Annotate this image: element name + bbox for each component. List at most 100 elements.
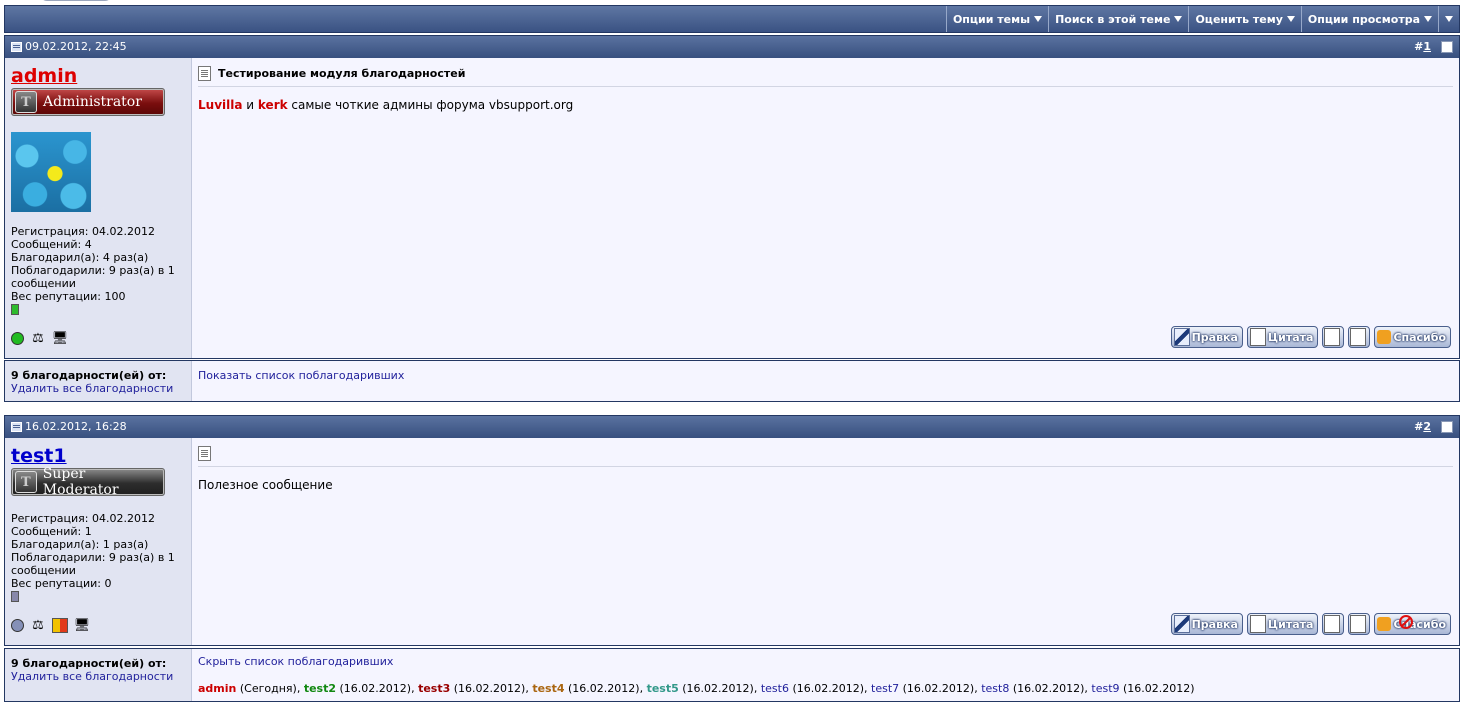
post-number[interactable]: #2 (1414, 420, 1431, 433)
menu-display-options[interactable]: Опции просмотра (1300, 6, 1438, 32)
thanks-block: 9 благодарности(ей) от: Удалить все благ… (4, 648, 1460, 702)
thanker-link-admin[interactable]: admin (198, 682, 236, 695)
thanker-date: (Сегодня), (236, 682, 304, 695)
edit-icon (1173, 615, 1190, 633)
dropdown-arrow-icon (1424, 16, 1432, 22)
menu-rate-thread[interactable]: Оценить тему (1188, 6, 1300, 32)
menu-label: Поиск в этой теме (1055, 12, 1171, 26)
menu-label: Оценить тему (1195, 12, 1283, 26)
hide-thankers-link[interactable]: Скрыть список поблагодаривших (198, 655, 393, 668)
thanker-link-test5[interactable]: test5 (647, 682, 679, 695)
offline-status-icon (11, 618, 24, 632)
thanks-button[interactable]: Спасибо (1374, 613, 1451, 635)
post-select-checkbox[interactable] (1441, 421, 1453, 433)
username-link[interactable]: admin (11, 65, 77, 87)
quote-button[interactable]: Цитата (1246, 326, 1319, 348)
ip-computer-icon[interactable]: 🖥 (52, 330, 69, 346)
thankers-list: admin (Сегодня), test2 (16.02.2012), tes… (198, 682, 1195, 695)
thanker-date: (16.02.2012) (1119, 682, 1195, 695)
post-title-text: Тестирование модуля благодарностей (218, 67, 466, 80)
show-thankers-link[interactable]: Показать список поблагодаривших (198, 369, 404, 382)
thanker-link-test6[interactable]: test6 (761, 682, 789, 695)
post-content: Тестирование модуля благодарностей Luvil… (192, 58, 1459, 358)
multiquote-icon (1324, 328, 1341, 346)
rank-emblem-icon: T (15, 471, 37, 493)
thanker-date: (16.02.2012), (450, 682, 533, 695)
quote-icon (1249, 615, 1266, 633)
thanker-link-test7[interactable]: test7 (871, 682, 899, 695)
dropdown-arrow-icon (1174, 16, 1183, 22)
quote-icon (1249, 328, 1266, 346)
stat-messages: Сообщений: 4 (11, 238, 92, 251)
thanker-link-test4[interactable]: test4 (532, 682, 564, 695)
thread-toolbar: Опции темы Поиск в этой теме Оценить тем… (4, 5, 1460, 33)
quick-reply-icon (1350, 615, 1367, 633)
post-number[interactable]: #1 (1414, 40, 1431, 53)
edit-label: Правка (1191, 330, 1238, 344)
avatar[interactable] (11, 132, 91, 212)
remove-all-thanks-link[interactable]: Удалить все благодарности (11, 670, 173, 683)
multiquote-button[interactable] (1322, 326, 1345, 348)
stat-thanked: Благодарил(а): 1 раз(а) (11, 538, 149, 551)
reputation-scales-icon[interactable]: ⚖ (30, 617, 46, 633)
dropdown-arrow-icon (1034, 16, 1043, 22)
post-message: Luvilla и kerk самые чоткие админы форум… (198, 98, 573, 112)
post-icon (11, 41, 22, 52)
menu-more[interactable] (1438, 6, 1459, 32)
menu-thread-options[interactable]: Опции темы (945, 6, 1048, 32)
menu-search-thread[interactable]: Поиск в этой теме (1048, 6, 1188, 32)
edit-icon (1173, 328, 1190, 346)
multiquote-button[interactable] (1322, 613, 1345, 635)
thanker-link-test9[interactable]: test9 (1091, 682, 1119, 695)
post-date: 09.02.2012, 22:45 (25, 40, 127, 53)
thanks-button[interactable]: Спасибо (1374, 326, 1451, 348)
post: 16.02.2012, 16:28 #2 test1 T Super Modera… (4, 415, 1460, 646)
user-info-panel: admin T Administrator Регистрация: 04.02.… (5, 58, 192, 358)
quick-reply-button[interactable] (1348, 613, 1371, 635)
mention-kerk[interactable]: kerk (258, 98, 288, 112)
menu-label: Опции просмотра (1307, 12, 1420, 26)
thanker-link-test3[interactable]: test3 (418, 682, 450, 695)
quick-reply-button[interactable] (1348, 326, 1371, 348)
post-date: 16.02.2012, 16:28 (25, 420, 127, 433)
post-icon (11, 421, 22, 432)
stat-registration: Регистрация: 04.02.2012 (11, 225, 155, 238)
thanker-link-test8[interactable]: test8 (981, 682, 1009, 695)
post-header: 16.02.2012, 16:28 #2 (5, 416, 1459, 438)
username-link[interactable]: test1 (11, 445, 67, 467)
online-status-icon (11, 331, 24, 345)
ip-computer-icon[interactable]: 🖥 (74, 617, 91, 633)
rank-label: Administrator (43, 94, 142, 110)
thanker-date: (16.02.2012), (564, 682, 647, 695)
user-icons: ⚖ 🖥 (11, 330, 68, 346)
post-select-checkbox[interactable] (1441, 41, 1453, 53)
mention-luvilla[interactable]: Luvilla (198, 98, 242, 112)
post-buttons: Правка Цитата Спасибо (1170, 613, 1451, 635)
edit-button[interactable]: Правка (1170, 326, 1243, 348)
stat-was-thanked: Поблагодарили: 9 раз(а) в 1 сообщении (11, 264, 175, 290)
post-number-link[interactable]: 1 (1423, 40, 1431, 53)
stat-reputation: Вес репутации: 0 (11, 577, 112, 590)
stat-registration: Регистрация: 04.02.2012 (11, 512, 155, 525)
post-buttons: Правка Цитата Спасибо (1170, 326, 1451, 348)
post-number-prefix: # (1414, 420, 1424, 433)
report-card-icon[interactable] (52, 617, 68, 633)
thanker-link-test2[interactable]: test2 (304, 682, 336, 695)
rank-badge: T Administrator (11, 88, 165, 116)
reputation-bar (11, 304, 19, 315)
post-title (198, 446, 1453, 461)
thanks-count: 9 благодарности(ей) от: (11, 657, 167, 670)
post-title: Тестирование модуля благодарностей (198, 66, 1453, 81)
reputation-scales-icon[interactable]: ⚖ (30, 330, 46, 346)
thanker-date: (16.02.2012), (336, 682, 419, 695)
quick-reply-icon (1350, 328, 1367, 346)
quote-button[interactable]: Цитата (1246, 613, 1319, 635)
post: 09.02.2012, 22:45 #1 admin T Administrato… (4, 35, 1460, 359)
remove-all-thanks-link[interactable]: Удалить все благодарности (11, 382, 173, 395)
edit-button[interactable]: Правка (1170, 613, 1243, 635)
thanker-date: (16.02.2012), (788, 682, 872, 695)
post-number-link[interactable]: 2 (1423, 420, 1431, 433)
quote-label: Цитата (1267, 617, 1314, 631)
message-text: самые чоткие админы форума vbsupport.org (287, 98, 574, 112)
stat-reputation: Вес репутации: 100 (11, 290, 126, 303)
